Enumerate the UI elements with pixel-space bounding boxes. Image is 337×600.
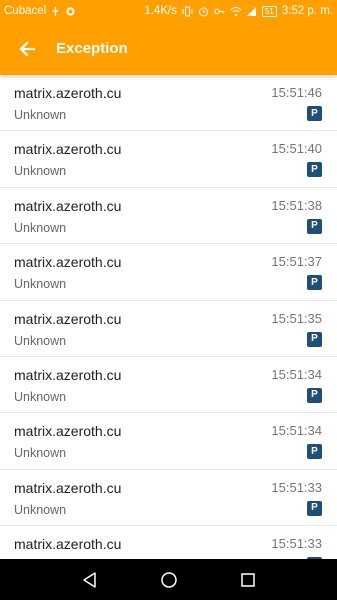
list-item[interactable]: matrix.azeroth.cu15:51:33UnknownP [0,526,337,559]
host-label: matrix.azeroth.cu [14,536,122,553]
signal-icon [246,6,257,17]
time-label: 15:51:38 [271,197,322,213]
app-icon: P [307,275,322,291]
status-label: Unknown [14,220,67,235]
notification-icon [65,6,76,17]
host-label: matrix.azeroth.cu [14,197,122,214]
host-label: matrix.azeroth.cu [14,479,122,496]
time-label: 15:51:40 [271,141,322,157]
time-label: 15:51:34 [271,423,322,439]
list-item[interactable]: matrix.azeroth.cu 15:51:38 Unknown P [0,188,337,245]
list-item[interactable]: matrix.azeroth.cu 15:51:46 Unknown P [0,75,337,132]
page-title: Exception [56,40,128,57]
battery-icon: 51 [261,5,277,17]
list-item[interactable]: matrix.azeroth.cu 15:51:40 Unknown P [0,131,337,188]
host-label: matrix.azeroth.cu [14,141,122,158]
nav-back-icon [82,571,96,588]
wifi-icon [230,6,242,17]
app-icon: P [307,331,322,347]
list-item[interactable]: matrix.azeroth.cu 15:51:34 Unknown P [0,413,337,470]
status-label: Unknown [14,108,67,122]
nav-back-button[interactable] [75,565,105,595]
host-label: matrix.azeroth.cu [14,366,122,383]
time-label: 15:51:37 [271,254,322,270]
host-label: matrix.azeroth.cu [14,310,122,327]
app-icon: P [307,500,322,516]
status-label: Unknown [14,277,67,292]
usb-icon [50,6,61,17]
time-label: 15:51:33 [271,479,322,495]
app-icon: P [307,106,322,121]
app-icon: P [307,387,322,403]
host-label: matrix.azeroth.cu [14,254,122,271]
clock: 3:52 p. m. [281,5,333,17]
alarm-icon [198,6,209,17]
list-item[interactable]: matrix.azeroth.cu 15:51:34 Unknown P [0,357,337,414]
nav-recents-icon [240,572,255,587]
list-item[interactable]: matrix.azeroth.cu 15:51:37 Unknown P [0,244,337,301]
list-item[interactable]: matrix.azeroth.cu 15:51:35 Unknown P [0,301,337,357]
nav-recents-button[interactable] [233,565,263,595]
system-nav-bar [0,559,337,600]
status-label: Unknown [14,502,67,517]
time-label: 15:51:33 [271,536,322,552]
nav-home-button[interactable] [154,565,184,595]
list-item[interactable]: matrix.azeroth.cu 15:51:33 Unknown P [0,470,337,527]
vibrate-icon [182,6,193,17]
time-label: 15:51:35 [271,310,322,326]
status-label: Unknown [14,446,67,461]
exception-list[interactable]: matrix.azeroth.cu 15:51:46 Unknown Pmatrix.… [0,75,337,559]
host-label: matrix.azeroth.cu [14,423,122,440]
back-button[interactable] [0,22,54,75]
app-icon: P [307,162,322,178]
app-icon: P [307,218,322,234]
host-label: matrix.azeroth.cu [14,85,122,101]
status-label: Unknown [14,164,67,179]
status-label: Unknown [14,333,67,348]
time-label: 15:51:46 [271,85,322,100]
carrier-label: Cubacel [4,5,47,17]
status-label: Unknown [14,389,67,404]
time-label: 15:51:34 [271,366,322,382]
app-bar: Exception [0,22,337,75]
arrow-back-icon [19,40,36,57]
status-bar: Cubacel 1.4K/s 51 3:52 p. m. [0,0,337,22]
app-icon: P [307,444,322,460]
nav-home-icon [160,571,177,588]
network-speed: 1.4K/s [144,5,177,17]
key-icon [214,6,225,17]
